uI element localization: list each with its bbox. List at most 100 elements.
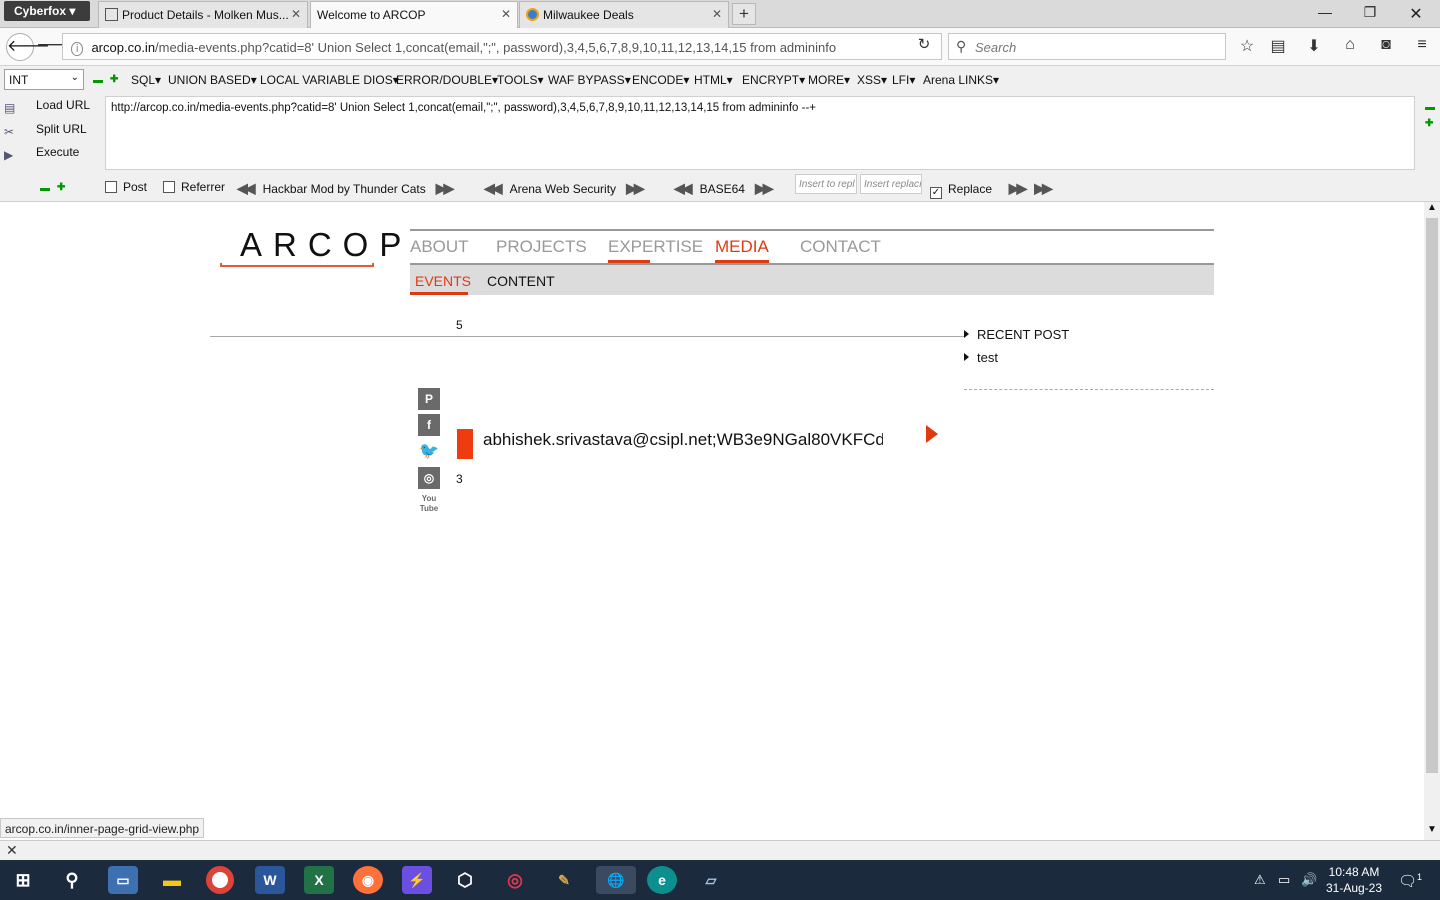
- menu-lfi[interactable]: LFI▾: [892, 73, 915, 87]
- new-tab-button[interactable]: +: [732, 3, 756, 25]
- menu-tools[interactable]: TOOLS▾: [497, 73, 544, 87]
- chevron-down-icon: ⌄: [70, 72, 79, 83]
- post-checkbox[interactable]: Post: [105, 180, 147, 194]
- close-icon[interactable]: ✕: [712, 7, 722, 21]
- execute-button[interactable]: ▶ Execute: [4, 145, 79, 165]
- system-clock[interactable]: 10:48 AM 31-Aug-23: [1322, 864, 1386, 896]
- scrollbar-thumb[interactable]: [1426, 218, 1438, 773]
- recent-post-link[interactable]: test: [964, 350, 1069, 365]
- injected-column-5: 5: [456, 318, 463, 332]
- referrer-checkbox[interactable]: Referrer: [163, 180, 225, 194]
- menu-sql[interactable]: SQL▾: [131, 73, 161, 87]
- browser-menu-button[interactable]: Cyberfox ▾: [4, 1, 90, 21]
- notepad-icon[interactable]: ▱: [696, 866, 726, 894]
- wifi-icon[interactable]: ▭: [1278, 872, 1290, 888]
- bookmark-star-icon[interactable]: ☆: [1235, 36, 1259, 56]
- menu-arena-links[interactable]: Arena LINKS▾: [923, 73, 999, 87]
- cube-app-icon[interactable]: ⬡: [450, 866, 480, 894]
- tab-welcome-arcop[interactable]: Welcome to ARCOP ✕: [310, 1, 518, 29]
- insert-replacement-input[interactable]: Insert replacı: [860, 174, 922, 194]
- menu-html[interactable]: HTML▾: [694, 73, 733, 87]
- reading-list-icon[interactable]: ▤: [1266, 36, 1290, 56]
- network-warning-icon[interactable]: ⚠: [1254, 872, 1266, 888]
- tab-product-details[interactable]: Product Details - Molken Mus... ✕: [98, 1, 308, 28]
- clock-time: 10:48 AM: [1328, 865, 1380, 879]
- cyberfox-taskbar-icon[interactable]: 🌐: [596, 866, 636, 894]
- twitter-icon[interactable]: 🐦: [418, 441, 440, 463]
- menu-local-variable-dios[interactable]: LOCAL VARIABLE DIOS▾: [260, 73, 399, 87]
- minus-icon[interactable]: ▬: [1425, 102, 1435, 113]
- menu-encode[interactable]: ENCODE▾: [632, 73, 689, 87]
- firefox-icon[interactable]: ◉: [353, 866, 383, 894]
- word-icon[interactable]: W: [255, 866, 285, 894]
- reload-icon[interactable]: ↻: [912, 35, 936, 53]
- close-icon[interactable]: ✕: [501, 7, 511, 21]
- search-input[interactable]: ⚲ Search: [948, 33, 1226, 60]
- menu-error-double[interactable]: ERROR/DOUBLE▾: [396, 73, 498, 87]
- desktop-app-icon[interactable]: ▭: [108, 866, 138, 894]
- close-icon[interactable]: ✕: [6, 842, 18, 859]
- hackbar-mod-button[interactable]: ◀◀ Hackbar Mod by Thunder Cats ▶▶: [237, 180, 454, 197]
- hackbar-menu-row: INT ⌄ ▬ ✚ SQL▾ UNION BASED▾ LOCAL VARIABL…: [0, 66, 1440, 94]
- menu-encrypt[interactable]: ENCRYPT▾: [742, 73, 805, 87]
- url-bar[interactable]: i arcop.co.in/media-events.php?catid=8' U…: [62, 33, 942, 60]
- nav-about[interactable]: ABOUT: [410, 237, 469, 257]
- opera-icon[interactable]: ◎: [500, 866, 530, 894]
- search-icon[interactable]: ⚲: [57, 866, 87, 894]
- load-url-button[interactable]: ▤ Load URL: [4, 98, 90, 118]
- excel-icon[interactable]: X: [304, 866, 334, 894]
- minimize-icon[interactable]: —: [1310, 4, 1340, 20]
- menu-waf-bypass[interactable]: WAF BYPASS▾: [548, 73, 631, 87]
- insert-replace-input[interactable]: Insert to repl: [795, 174, 857, 194]
- notification-icon[interactable]: 🗨1: [1398, 872, 1422, 890]
- nav-media[interactable]: MEDIA: [715, 237, 769, 257]
- subnav-events[interactable]: EVENTS: [415, 273, 471, 289]
- pocket-icon[interactable]: ◙: [1374, 36, 1398, 54]
- replace-checkbox[interactable]: ✓ Replace ▶▶ ▶▶: [930, 180, 1053, 199]
- back-button[interactable]: 🡐: [6, 33, 50, 61]
- pen-tool-icon[interactable]: ✎: [549, 866, 579, 894]
- type-select[interactable]: INT ⌄: [4, 69, 84, 90]
- subnav-content[interactable]: CONTENT: [487, 273, 555, 289]
- nav-projects[interactable]: PROJECTS: [496, 237, 587, 257]
- minus-icon[interactable]: ▬: [40, 183, 50, 194]
- menu-more[interactable]: MORE▾: [808, 73, 850, 87]
- scroll-down-icon[interactable]: ▼: [1427, 824, 1437, 835]
- base64-button[interactable]: ◀◀ BASE64 ▶▶: [674, 180, 773, 197]
- plus-icon[interactable]: ✚: [57, 182, 65, 193]
- instagram-icon[interactable]: ◎: [418, 467, 440, 489]
- scroll-up-icon[interactable]: ▲: [1427, 202, 1437, 213]
- forward-button[interactable]: 🡒: [36, 35, 82, 55]
- play-arrow-icon[interactable]: [926, 425, 938, 443]
- pinterest-icon[interactable]: P: [418, 388, 440, 410]
- menu-xss[interactable]: XSS▾: [857, 73, 887, 87]
- plus-icon[interactable]: ✚: [110, 74, 118, 85]
- download-icon[interactable]: ⬇: [1302, 36, 1326, 56]
- nav-expertise[interactable]: EXPERTISE: [608, 237, 703, 257]
- close-icon[interactable]: ✕: [291, 7, 301, 21]
- plus-icon[interactable]: ✚: [1425, 118, 1433, 129]
- menu-union-based[interactable]: UNION BASED▾: [168, 73, 257, 87]
- volume-icon[interactable]: 🔊: [1301, 872, 1317, 888]
- home-icon[interactable]: ⌂: [1338, 36, 1362, 54]
- windows-start-icon[interactable]: ⊞: [8, 866, 38, 894]
- file-explorer-icon[interactable]: ▬: [157, 866, 187, 894]
- chrome-icon[interactable]: [206, 866, 234, 894]
- split-url-button[interactable]: ✂ Split URL: [4, 122, 87, 142]
- power-automate-icon[interactable]: ⚡: [402, 866, 432, 894]
- vertical-scrollbar[interactable]: ▲ ▼: [1424, 202, 1440, 840]
- nav-media-underline: [715, 260, 769, 263]
- site-logo[interactable]: ARCOP: [240, 226, 412, 264]
- info-icon[interactable]: i: [71, 42, 84, 56]
- restore-icon[interactable]: ❐: [1355, 4, 1385, 21]
- tab-milwaukee-deals[interactable]: Milwaukee Deals ✕: [519, 1, 729, 28]
- facebook-icon[interactable]: f: [418, 414, 440, 436]
- close-window-icon[interactable]: ✕: [1401, 4, 1431, 24]
- arena-button[interactable]: ◀◀ Arena Web Security ▶▶: [484, 180, 645, 197]
- hackbar-url-textarea[interactable]: http://arcop.co.in/media-events.php?cati…: [105, 96, 1415, 170]
- minus-icon[interactable]: ▬: [93, 75, 103, 86]
- youtube-icon[interactable]: You Tube: [418, 494, 440, 516]
- hamburger-menu-icon[interactable]: ≡: [1410, 36, 1434, 54]
- edge-icon[interactable]: e: [647, 866, 677, 894]
- nav-contact[interactable]: CONTACT: [800, 237, 881, 257]
